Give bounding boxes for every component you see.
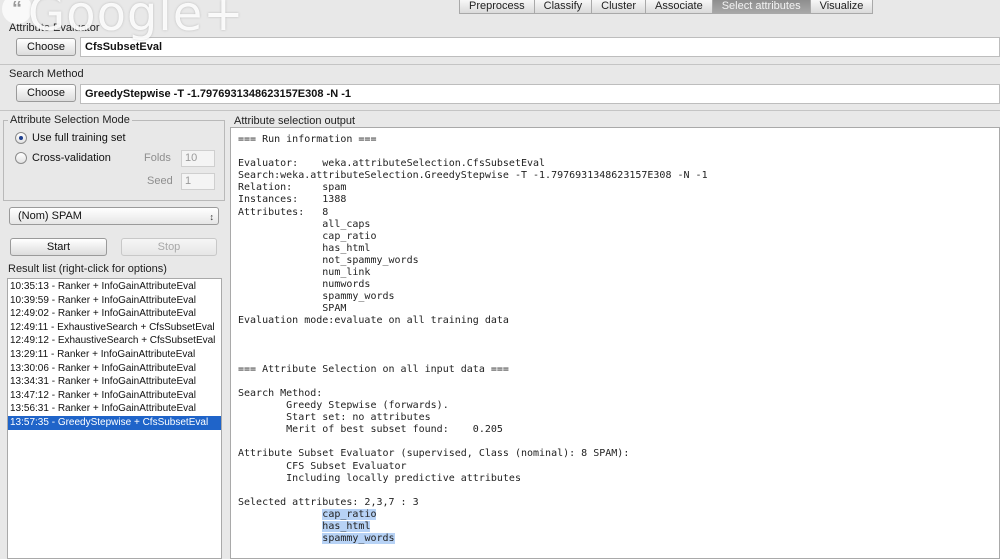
select-arrows-icon: ↕ bbox=[209, 212, 215, 222]
seed-label: Seed bbox=[147, 175, 173, 187]
output-line: Attributes: 8 bbox=[238, 206, 329, 218]
divider bbox=[0, 110, 1000, 111]
result-list-item[interactable]: 13:56:31 - Ranker + InfoGainAttributeEva… bbox=[8, 402, 221, 416]
output-line: Selected attributes: 2,3,7 : 3 bbox=[238, 496, 419, 508]
full-training-option[interactable]: Use full training set bbox=[15, 131, 126, 145]
output-line: Search Method: bbox=[238, 387, 323, 399]
output-line: Search:weka.attributeSelection.GreedySte… bbox=[238, 170, 708, 182]
output-line: CFS Subset Evaluator bbox=[238, 460, 407, 472]
selected-attribute: has_html bbox=[322, 521, 371, 532]
result-list-item-selected[interactable]: 13:57:35 - GreedyStepwise + CfsSubsetEva… bbox=[8, 415, 221, 430]
output-line: spammy_words bbox=[238, 291, 395, 303]
evaluator-field[interactable]: CfsSubsetEval bbox=[80, 37, 1000, 57]
search-choose-button[interactable]: Choose bbox=[16, 84, 76, 102]
result-list-item[interactable]: 13:34:31 - Ranker + InfoGainAttributeEva… bbox=[8, 375, 221, 389]
output-line-highlighted: has_html bbox=[238, 521, 999, 533]
result-list-item[interactable]: 13:29:11 - Ranker + InfoGainAttributeEva… bbox=[8, 348, 221, 362]
result-list-item[interactable]: 12:49:11 - ExhaustiveSearch + CfsSubsetE… bbox=[8, 321, 221, 335]
output-label: Attribute selection output bbox=[234, 115, 356, 127]
stop-button[interactable]: Stop bbox=[121, 238, 217, 256]
output-line: Attribute Subset Evaluator (supervised, … bbox=[238, 448, 630, 460]
result-list-item[interactable]: 13:30:06 - Ranker + InfoGainAttributeEva… bbox=[8, 362, 221, 376]
output-line: all_caps bbox=[238, 218, 371, 230]
output-line: === Attribute Selection on all input dat… bbox=[238, 363, 509, 375]
output-line: Evaluator: weka.attributeSelection.CfsSu… bbox=[238, 158, 546, 170]
seed-input[interactable]: 1 bbox=[181, 173, 215, 190]
tab-preprocess[interactable]: Preprocess bbox=[459, 0, 535, 14]
output-line: Instances: 1388 bbox=[238, 194, 347, 206]
output-line: Relation: spam bbox=[238, 182, 347, 194]
result-list[interactable]: 10:35:13 - Ranker + InfoGainAttributeEva… bbox=[7, 278, 222, 559]
selection-mode-label: Attribute Selection Mode bbox=[8, 114, 132, 126]
tab-bar: Preprocess Classify Cluster Associate Se… bbox=[459, 0, 874, 14]
selected-attribute: cap_ratio bbox=[322, 508, 377, 520]
output-line: Greedy Stepwise (forwards). bbox=[238, 400, 449, 412]
divider bbox=[0, 64, 1000, 65]
tab-cluster[interactable]: Cluster bbox=[591, 0, 646, 14]
cross-validation-radio[interactable] bbox=[15, 152, 27, 164]
output-line-highlighted: spammy_words bbox=[238, 533, 999, 545]
output-line: cap_ratio bbox=[238, 230, 377, 242]
tab-visualize[interactable]: Visualize bbox=[809, 0, 874, 14]
tab-select-attributes[interactable]: Select attributes bbox=[711, 0, 811, 14]
output-line: Merit of best subset found: 0.205 bbox=[238, 424, 503, 436]
output-line: SPAM bbox=[238, 303, 347, 315]
result-list-item[interactable]: 12:49:02 - Ranker + InfoGainAttributeEva… bbox=[8, 307, 221, 321]
cross-validation-option[interactable]: Cross-validation bbox=[15, 151, 111, 165]
search-method-label: Search Method bbox=[9, 68, 84, 80]
selected-attribute: spammy_words bbox=[322, 533, 395, 545]
class-select[interactable]: (Nom) SPAM ↕ bbox=[9, 207, 219, 225]
output-line: Evaluation mode:evaluate on all training… bbox=[238, 315, 509, 327]
google-plus-watermark: Google+ bbox=[28, 0, 245, 42]
class-select-value: (Nom) SPAM bbox=[18, 210, 82, 222]
output-line: has_html bbox=[238, 242, 371, 254]
cross-validation-label: Cross-validation bbox=[32, 152, 111, 164]
output-line: numwords bbox=[238, 279, 371, 291]
full-training-label: Use full training set bbox=[32, 132, 126, 144]
hangouts-icon: “ bbox=[2, 0, 32, 24]
evaluator-choose-button[interactable]: Choose bbox=[16, 38, 76, 56]
output-line-highlighted: cap_ratio bbox=[238, 508, 999, 521]
tab-classify[interactable]: Classify bbox=[533, 0, 593, 14]
search-method-field[interactable]: GreedyStepwise -T -1.7976931348623157E30… bbox=[80, 84, 1000, 104]
output-line: Start set: no attributes bbox=[238, 412, 431, 424]
output-text-area[interactable]: === Run information === Evaluator: weka.… bbox=[230, 127, 1000, 559]
attribute-evaluator-label: Attribute Evaluator bbox=[9, 22, 100, 34]
output-line: Including locally predictive attributes bbox=[238, 472, 521, 484]
output-line: not_spammy_words bbox=[238, 254, 419, 266]
output-line: num_link bbox=[238, 267, 371, 279]
result-list-item[interactable]: 12:49:12 - ExhaustiveSearch + CfsSubsetE… bbox=[8, 334, 221, 348]
folds-input[interactable]: 10 bbox=[181, 150, 215, 167]
full-training-radio[interactable] bbox=[15, 132, 27, 144]
tab-associate[interactable]: Associate bbox=[645, 0, 713, 14]
result-list-label: Result list (right-click for options) bbox=[8, 263, 167, 275]
folds-label: Folds bbox=[144, 152, 171, 164]
result-list-item[interactable]: 10:35:13 - Ranker + InfoGainAttributeEva… bbox=[8, 280, 221, 294]
result-list-item[interactable]: 10:39:59 - Ranker + InfoGainAttributeEva… bbox=[8, 294, 221, 308]
output-line: === Run information === bbox=[238, 134, 377, 145]
result-list-item[interactable]: 13:47:12 - Ranker + InfoGainAttributeEva… bbox=[8, 389, 221, 403]
start-button[interactable]: Start bbox=[10, 238, 107, 256]
